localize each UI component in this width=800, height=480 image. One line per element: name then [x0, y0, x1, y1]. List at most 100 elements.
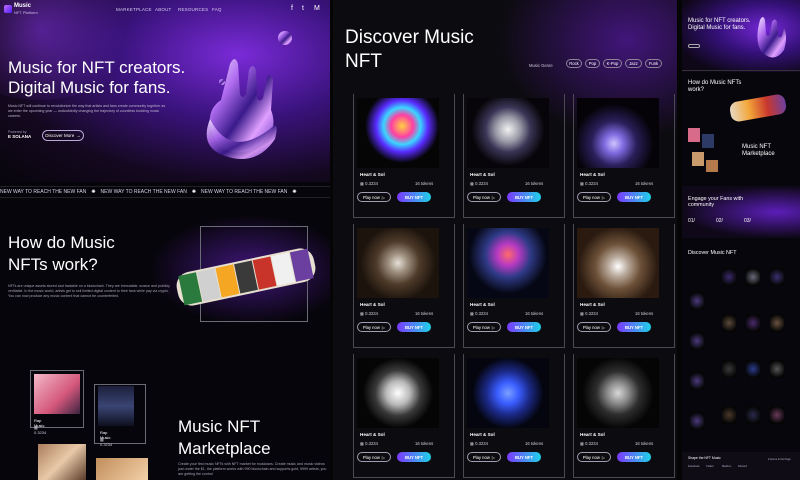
mobile-nft-card[interactable] — [722, 360, 736, 378]
step-03: 03/ — [744, 218, 751, 224]
discover-more-button[interactable]: Discover More → — [42, 130, 84, 141]
nft-artwork-image[interactable] — [577, 98, 659, 168]
mobile-album-tile[interactable] — [688, 128, 700, 142]
mobile-nft-card[interactable] — [690, 372, 704, 390]
nft-artwork-image[interactable] — [357, 358, 439, 428]
brand-name[interactable]: Music — [14, 3, 31, 9]
top-nav: Music NFT Platform MARKETPLACE ABOUT RES… — [0, 3, 330, 17]
genre-chip-jazz[interactable]: Jazz — [625, 59, 642, 68]
mobile-nft-card[interactable] — [690, 332, 704, 350]
play-now-button[interactable]: Play now ▷ — [577, 192, 611, 202]
nft-card[interactable]: Heart & Sol ▦ 0.3234 16 tokens Play now ▷ BUY… — [463, 94, 565, 218]
facebook-icon[interactable]: f — [291, 5, 293, 12]
nav-resources[interactable]: RESOURCES — [178, 7, 208, 12]
play-now-button[interactable]: Play now ▷ — [357, 322, 391, 332]
nft-card[interactable]: Heart & Sol ▦ 0.3234 16 tokens Play now ▷ BUY… — [573, 224, 675, 348]
footer-link-facebook[interactable]: Facebook — [688, 465, 699, 468]
nft-price: ▦ 0.3234 — [470, 181, 488, 186]
buy-nft-button[interactable]: BUY NFT — [397, 452, 431, 462]
play-now-button[interactable]: Play now ▷ — [357, 452, 391, 462]
nft-card[interactable]: Heart & Sol ▦ 0.3234 16 tokens Play now ▷ BUY… — [353, 354, 455, 478]
how-title: How do Music NFTs work? — [8, 233, 115, 274]
mobile-album-tile[interactable] — [706, 160, 718, 172]
solana-logo: E SOLANA — [8, 133, 32, 139]
mobile-discover-button[interactable] — [688, 44, 700, 48]
mobile-shape-title: Shape the NFT Music — [688, 456, 721, 460]
tile-price: ▦ 0.3234 — [34, 425, 47, 435]
buy-nft-button[interactable]: BUY NFT — [397, 322, 431, 332]
solana-icon: ▦ — [360, 311, 364, 316]
mobile-nft-card[interactable] — [722, 268, 736, 286]
nft-artwork-image[interactable] — [357, 98, 439, 168]
mobile-hero-title: Music for NFT creators. Digital Music fo… — [688, 18, 751, 31]
mobile-nft-card[interactable] — [770, 314, 784, 332]
mobile-nft-card[interactable] — [770, 360, 784, 378]
nav-faq[interactable]: FAQ — [212, 7, 222, 12]
nft-artwork-image[interactable] — [467, 228, 549, 298]
nft-title: Heart & Sol — [360, 432, 385, 437]
solana-icon: ▦ — [360, 181, 364, 186]
buy-nft-button[interactable]: BUY NFT — [507, 322, 541, 332]
marketplace-description: Create your first music NFTs with NFT ma… — [178, 462, 327, 476]
nft-artwork-image[interactable] — [577, 228, 659, 298]
play-now-button[interactable]: Play now ▷ — [467, 452, 501, 462]
divider — [682, 70, 800, 71]
hero-title: Music for NFT creators. Digital Music fo… — [8, 58, 186, 97]
nft-title: Heart & Sol — [580, 302, 605, 307]
mobile-nft-card[interactable] — [770, 268, 784, 286]
twitter-icon[interactable]: t — [302, 5, 304, 12]
buy-nft-button[interactable]: BUY NFT — [397, 192, 431, 202]
nft-artwork-image[interactable] — [357, 228, 439, 298]
star-icon: ✺ — [91, 189, 96, 195]
ticker-text: NEW WAY TO REACH THE NEW FAN — [100, 189, 187, 195]
genre-chip-rock[interactable]: Rock — [566, 59, 582, 68]
genre-chip-funk[interactable]: Funk — [645, 59, 662, 68]
buy-nft-button[interactable]: BUY NFT — [507, 452, 541, 462]
mobile-nft-card[interactable] — [746, 406, 760, 424]
play-now-button[interactable]: Play now ▷ — [467, 192, 501, 202]
play-now-button[interactable]: Play now ▷ — [467, 322, 501, 332]
hero-description: Music NFT will continue to revolutionize… — [8, 104, 166, 118]
mobile-album-tile[interactable] — [692, 152, 704, 166]
nft-artwork-image[interactable] — [467, 358, 549, 428]
footer-link-medium[interactable]: Medium — [722, 465, 731, 468]
buy-nft-button[interactable]: BUY NFT — [617, 452, 651, 462]
footer-link-discord[interactable]: Discord — [738, 465, 747, 468]
play-now-button[interactable]: Play now ▷ — [357, 192, 391, 202]
nft-artwork-image[interactable] — [577, 358, 659, 428]
mobile-nft-card[interactable] — [690, 412, 704, 430]
nft-card[interactable]: Heart & Sol ▦ 0.3234 16 tokens Play now ▷ BUY… — [463, 224, 565, 348]
buy-nft-button[interactable]: BUY NFT — [617, 192, 651, 202]
nft-card[interactable]: Heart & Sol ▦ 0.3234 16 tokens Play now ▷ BUY… — [353, 224, 455, 348]
nft-card[interactable]: Heart & Sol ▦ 0.3234 16 tokens Play now ▷ BUY… — [573, 354, 675, 478]
genre-chip-pop[interactable]: Pop — [585, 59, 600, 68]
footer-link-twitter[interactable]: Twitter — [706, 465, 714, 468]
footer-note: ♥ Home & the Page — [768, 458, 791, 461]
nft-title: Heart & Sol — [470, 432, 495, 437]
nav-marketplace[interactable]: MARKETPLACE — [116, 7, 152, 12]
medium-icon[interactable]: M — [314, 5, 320, 12]
nft-token-count: 16 tokens — [635, 441, 654, 446]
mobile-nft-card[interactable] — [746, 314, 760, 332]
play-now-button[interactable]: Play now ▷ — [577, 322, 611, 332]
mobile-nft-card[interactable] — [746, 268, 760, 286]
nft-card[interactable]: Heart & Sol ▦ 0.3234 16 tokens Play now ▷ BUY… — [573, 94, 675, 218]
brand-logo-icon[interactable] — [4, 5, 12, 13]
album-cover-image — [96, 458, 148, 480]
mobile-nft-card[interactable] — [722, 314, 736, 332]
mobile-nft-card[interactable] — [746, 360, 760, 378]
mobile-engage-bg — [682, 186, 800, 238]
mobile-nft-card[interactable] — [690, 292, 704, 310]
mobile-nft-card[interactable] — [722, 406, 736, 424]
buy-nft-button[interactable]: BUY NFT — [507, 192, 541, 202]
genre-chip-kpop[interactable]: K-Pop — [603, 59, 622, 68]
nft-token-count: 16 tokens — [635, 311, 654, 316]
nav-about[interactable]: ABOUT — [155, 7, 172, 12]
mobile-nft-card[interactable] — [770, 406, 784, 424]
nft-card[interactable]: Heart & Sol ▦ 0.3234 16 tokens Play now ▷ BUY… — [463, 354, 565, 478]
play-now-button[interactable]: Play now ▷ — [577, 452, 611, 462]
nft-card[interactable]: Heart & Sol ▦ 0.3234 16 tokens Play now ▷ BUY… — [353, 94, 455, 218]
buy-nft-button[interactable]: BUY NFT — [617, 322, 651, 332]
nft-artwork-image[interactable] — [467, 98, 549, 168]
mobile-album-tile[interactable] — [702, 134, 714, 148]
